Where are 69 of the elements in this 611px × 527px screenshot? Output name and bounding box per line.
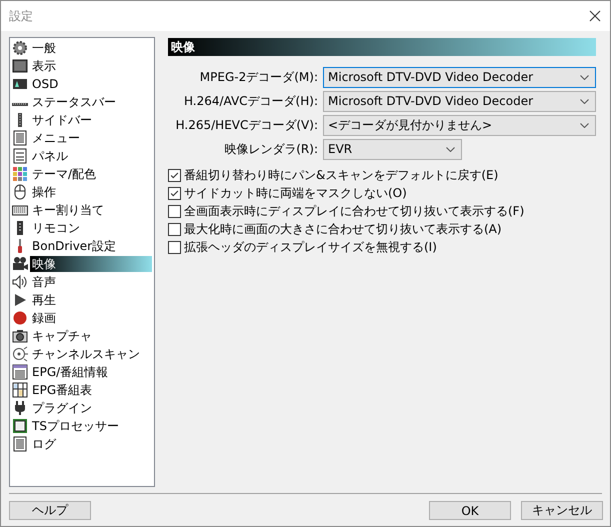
checkbox[interactable]: [168, 168, 181, 182]
sidebar-item[interactable]: 映像: [30, 256, 152, 272]
help-button[interactable]: ヘルプ: [9, 501, 91, 520]
dropdown[interactable]: EVR: [323, 138, 462, 160]
sidebar-item[interactable]: TSプロセッサー: [30, 418, 121, 434]
caret-icon: [580, 74, 589, 80]
record-icon: [12, 310, 28, 326]
checkbox[interactable]: [168, 240, 181, 254]
sidebar-item[interactable]: チャンネルスキャン: [30, 346, 142, 362]
sidebar-item[interactable]: 音声: [30, 274, 58, 290]
video-camera-icon: [12, 256, 28, 272]
dropdown[interactable]: Microsoft DTV-DVD Video Decoder: [323, 66, 596, 88]
camera-icon: [12, 328, 28, 344]
sidebar-item[interactable]: 再生: [30, 292, 58, 308]
sidebar-item[interactable]: 表示: [30, 58, 58, 74]
window-title: 設定: [9, 8, 33, 24]
cancel-button[interactable]: キャンセル: [521, 501, 603, 520]
screen-icon: [12, 76, 28, 92]
list-icon: [12, 436, 28, 452]
gear-icon: [12, 40, 28, 56]
checkbox-label: 最大化時に画面の大きさに合わせて切り抜いて表示する(A): [184, 220, 502, 238]
checkbox-label: 全画面表示時にディスプレイに合わせて切り抜いて表示する(F): [184, 202, 524, 220]
sidebar-item[interactable]: ログ: [30, 436, 58, 452]
sidebar-item[interactable]: プラグイン: [30, 400, 94, 416]
dropdown[interactable]: Microsoft DTV-DVD Video Decoder: [323, 90, 596, 112]
sidebar-item[interactable]: キー割り当て: [30, 202, 106, 218]
ok-button[interactable]: OK: [429, 501, 511, 520]
window-icon: [12, 364, 28, 380]
field-label: H.264/AVCデコーダ(H):: [182, 92, 319, 110]
section-header: 映像: [168, 38, 596, 56]
sidebar-item[interactable]: リモコン: [30, 220, 82, 236]
form-icon: [12, 148, 28, 164]
color-grid-icon: [12, 166, 28, 182]
checkbox-label: 番組切り替わり時にパン&スキャンをデフォルトに戻す(E): [184, 166, 498, 184]
sidebar-item[interactable]: BonDriver設定: [30, 238, 118, 254]
speaker-icon: [12, 274, 28, 290]
sidebar-item[interactable]: EPG番組表: [30, 382, 94, 398]
caret-icon: [446, 146, 455, 152]
satellite-dish-icon: [12, 346, 28, 362]
field-label: MPEG-2デコーダ(M):: [198, 68, 319, 86]
chip-icon: [12, 418, 28, 434]
field-label: H.265/HEVCデコーダ(V):: [174, 116, 319, 134]
sidebar-item[interactable]: 録画: [30, 310, 58, 326]
dropdown[interactable]: <デコーダが見付かりません>: [323, 114, 596, 136]
checkbox[interactable]: [168, 186, 181, 200]
caret-icon: [580, 98, 589, 104]
ruler-icon: [12, 103, 28, 106]
plug-icon: [12, 400, 28, 416]
sidebar-item[interactable]: 一般: [30, 40, 58, 56]
mouse-icon: [12, 184, 28, 200]
field-label: 映像レンダラ(R):: [223, 140, 319, 158]
caret-icon: [580, 122, 589, 128]
sidebar-item[interactable]: 操作: [30, 184, 58, 200]
table-grid-icon: [12, 382, 28, 398]
checkbox[interactable]: [168, 204, 181, 218]
checkbox[interactable]: [168, 222, 181, 236]
sidebar-item[interactable]: OSD: [30, 76, 60, 92]
checkbox-label: 拡張ヘッダのディスプレイサイズを無視する(I): [184, 238, 437, 256]
monitor-icon: [12, 58, 28, 74]
sidebar-item[interactable]: メニュー: [30, 130, 82, 146]
sidebar-item[interactable]: EPG/番組情報: [30, 364, 110, 380]
sidebar-item[interactable]: キャプチャ: [30, 328, 94, 344]
checkbox-label: サイドカット時に両端をマスクしない(O): [184, 184, 407, 202]
play-icon: [12, 292, 28, 308]
sidebar-item[interactable]: パネル: [30, 148, 70, 164]
sidebar-item[interactable]: ステータスバー: [30, 94, 118, 110]
sidebar-item[interactable]: サイドバー: [30, 112, 94, 128]
sidebar-item[interactable]: テーマ/配色: [30, 166, 98, 182]
document-icon: [12, 130, 28, 146]
